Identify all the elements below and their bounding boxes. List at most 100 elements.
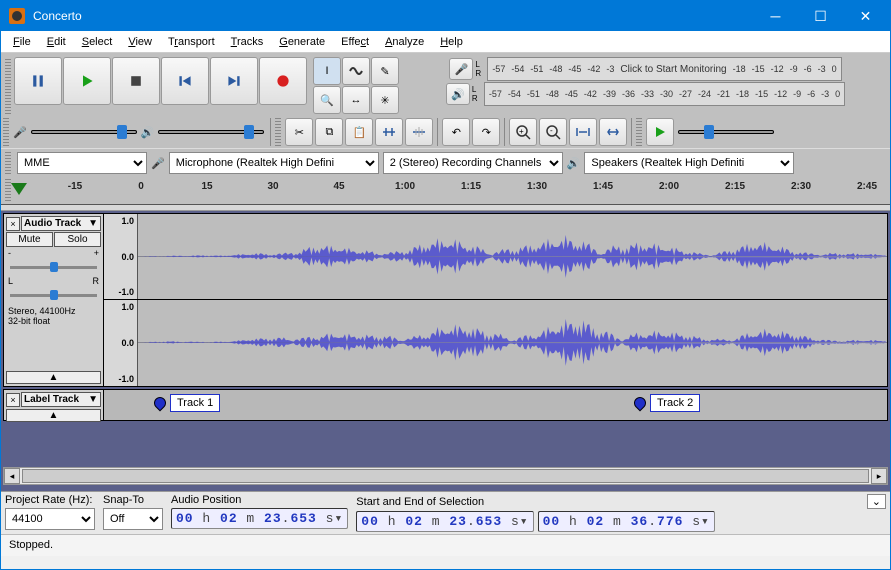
cut-button[interactable]: ✂ (285, 118, 313, 146)
trim-button[interactable] (375, 118, 403, 146)
scroll-right-button[interactable]: ▸ (871, 468, 887, 484)
silence-button[interactable] (405, 118, 433, 146)
record-button[interactable] (259, 57, 307, 105)
label-text[interactable]: Track 2 (650, 394, 700, 412)
playback-meter[interactable]: -57-54-51-48-45-42-39-36-33-30-27-24-21-… (484, 82, 845, 106)
menu-effect[interactable]: Effect (333, 31, 377, 52)
vertical-scale: 1.0 0.0 -1.0 (104, 300, 138, 386)
pause-button[interactable] (14, 57, 62, 105)
copy-button[interactable]: ⧉ (315, 118, 343, 146)
track-area: × Audio Track▼ Mute Solo -+ LR Stereo, 4… (1, 211, 890, 491)
grip-handle[interactable] (5, 57, 11, 114)
play-at-speed-button[interactable] (646, 118, 674, 146)
timeline-tick: 1:30 (527, 181, 547, 192)
play-button[interactable] (63, 57, 111, 105)
app-icon (9, 8, 25, 24)
mic-meter-icon[interactable]: 🎤 (449, 58, 473, 80)
zoom-out-button[interactable]: - (539, 118, 567, 146)
timeline-ruler[interactable]: -1501530451:001:151:301:452:002:152:302:… (1, 177, 890, 205)
label-pin-icon[interactable] (152, 395, 169, 412)
track-menu-button[interactable]: Label Track▼ (21, 392, 101, 407)
label-marker[interactable]: Track 2 (634, 394, 700, 412)
svg-text:-: - (550, 126, 553, 135)
window-title: Concerto (33, 9, 753, 23)
waveform-area[interactable]: 1.0 0.0 -1.0 1.0 0.0 -1.0 (104, 214, 887, 386)
playback-device-select[interactable]: Speakers (Realtek High Definiti (584, 152, 794, 174)
menu-view[interactable]: View (120, 31, 160, 52)
mute-button[interactable]: Mute (6, 232, 53, 247)
menu-help[interactable]: Help (432, 31, 471, 52)
grip-handle[interactable] (3, 118, 9, 146)
timeline-tick: 1:45 (593, 181, 613, 192)
grip-handle[interactable] (5, 152, 11, 174)
label-text[interactable]: Track 1 (170, 394, 220, 412)
menu-select[interactable]: Select (74, 31, 121, 52)
timeline-tick: 0 (138, 181, 144, 192)
menu-file[interactable]: File (5, 31, 39, 52)
project-rate-select[interactable]: 44100 (5, 508, 95, 530)
quickplay-pin-icon[interactable] (11, 183, 27, 195)
selection-tool[interactable]: I (313, 57, 341, 85)
recording-channels-select[interactable]: 2 (Stereo) Recording Channels (383, 152, 563, 174)
recording-device-select[interactable]: Microphone (Realtek High Defini (169, 152, 379, 174)
speaker-meter-icon[interactable]: 🔊 (446, 83, 470, 105)
stop-button[interactable] (112, 57, 160, 105)
envelope-tool[interactable] (342, 57, 370, 85)
redo-button[interactable]: ↷ (472, 118, 500, 146)
scroll-thumb[interactable] (22, 469, 869, 483)
zoom-tool[interactable]: 🔍 (313, 86, 341, 114)
timeline-tick: -15 (68, 181, 82, 192)
mic-icon: 🎤 (151, 157, 165, 170)
audio-host-select[interactable]: MME (17, 152, 147, 174)
pan-slider[interactable] (10, 289, 97, 301)
multi-tool[interactable]: ✳ (371, 86, 399, 114)
minimize-button[interactable]: ─ (753, 1, 798, 31)
paste-button[interactable]: 📋 (345, 118, 373, 146)
scroll-left-button[interactable]: ◂ (4, 468, 20, 484)
collapse-button[interactable]: ▲ (6, 409, 101, 422)
selection-toolbar: Project Rate (Hz): 44100 Snap-To Off Aud… (1, 491, 890, 534)
timeline-tick: 1:15 (461, 181, 481, 192)
audio-position-field[interactable]: 00 h 02 m 23.653 s▾ (171, 508, 348, 529)
maximize-button[interactable]: ☐ (798, 1, 843, 31)
track-close-button[interactable]: × (6, 393, 20, 407)
timeline-tick: 2:45 (857, 181, 877, 192)
draw-tool[interactable]: ✎ (371, 57, 399, 85)
undo-button[interactable]: ↶ (442, 118, 470, 146)
recording-meter[interactable]: -57-54-51-48-45-42-3 Click to Start Moni… (487, 57, 841, 81)
status-bar: Stopped. (1, 534, 890, 556)
collapse-button[interactable]: ▲ (6, 371, 101, 384)
track-close-button[interactable]: × (6, 217, 20, 231)
menu-edit[interactable]: Edit (39, 31, 74, 52)
horizontal-scrollbar[interactable]: ◂ ▸ (3, 467, 888, 485)
playback-speed-slider[interactable] (676, 122, 776, 142)
label-marker[interactable]: Track 1 (154, 394, 220, 412)
menubar: File Edit Select View Transport Tracks G… (1, 31, 890, 53)
menu-analyze[interactable]: Analyze (377, 31, 432, 52)
label-track-content[interactable]: Track 1 Track 2 (104, 390, 887, 420)
menu-tracks[interactable]: Tracks (223, 31, 272, 52)
track-info: Stereo, 44100Hz 32-bit float (6, 304, 101, 328)
fit-project-button[interactable] (599, 118, 627, 146)
selection-mode-dropdown[interactable]: ⌄ (867, 494, 886, 509)
fit-selection-button[interactable] (569, 118, 597, 146)
close-button[interactable]: ✕ (843, 1, 888, 31)
titlebar: Concerto ─ ☐ ✕ (1, 1, 890, 31)
grip-handle[interactable] (636, 118, 642, 146)
gain-slider[interactable] (10, 261, 97, 273)
recording-volume-slider[interactable] (29, 122, 139, 142)
label-pin-icon[interactable] (632, 395, 649, 412)
playback-volume-slider[interactable] (156, 122, 266, 142)
selection-end-field[interactable]: 00 h 02 m 36.776 s▾ (538, 511, 715, 532)
track-menu-button[interactable]: Audio Track▼ (21, 216, 101, 231)
solo-button[interactable]: Solo (54, 232, 101, 247)
timeshift-tool[interactable]: ↔ (342, 86, 370, 114)
selection-start-field[interactable]: 00 h 02 m 23.653 s▾ (356, 511, 533, 532)
menu-transport[interactable]: Transport (160, 31, 223, 52)
skip-start-button[interactable] (161, 57, 209, 105)
grip-handle[interactable] (275, 118, 281, 146)
skip-end-button[interactable] (210, 57, 258, 105)
menu-generate[interactable]: Generate (271, 31, 333, 52)
zoom-in-button[interactable]: + (509, 118, 537, 146)
snap-to-select[interactable]: Off (103, 508, 163, 530)
